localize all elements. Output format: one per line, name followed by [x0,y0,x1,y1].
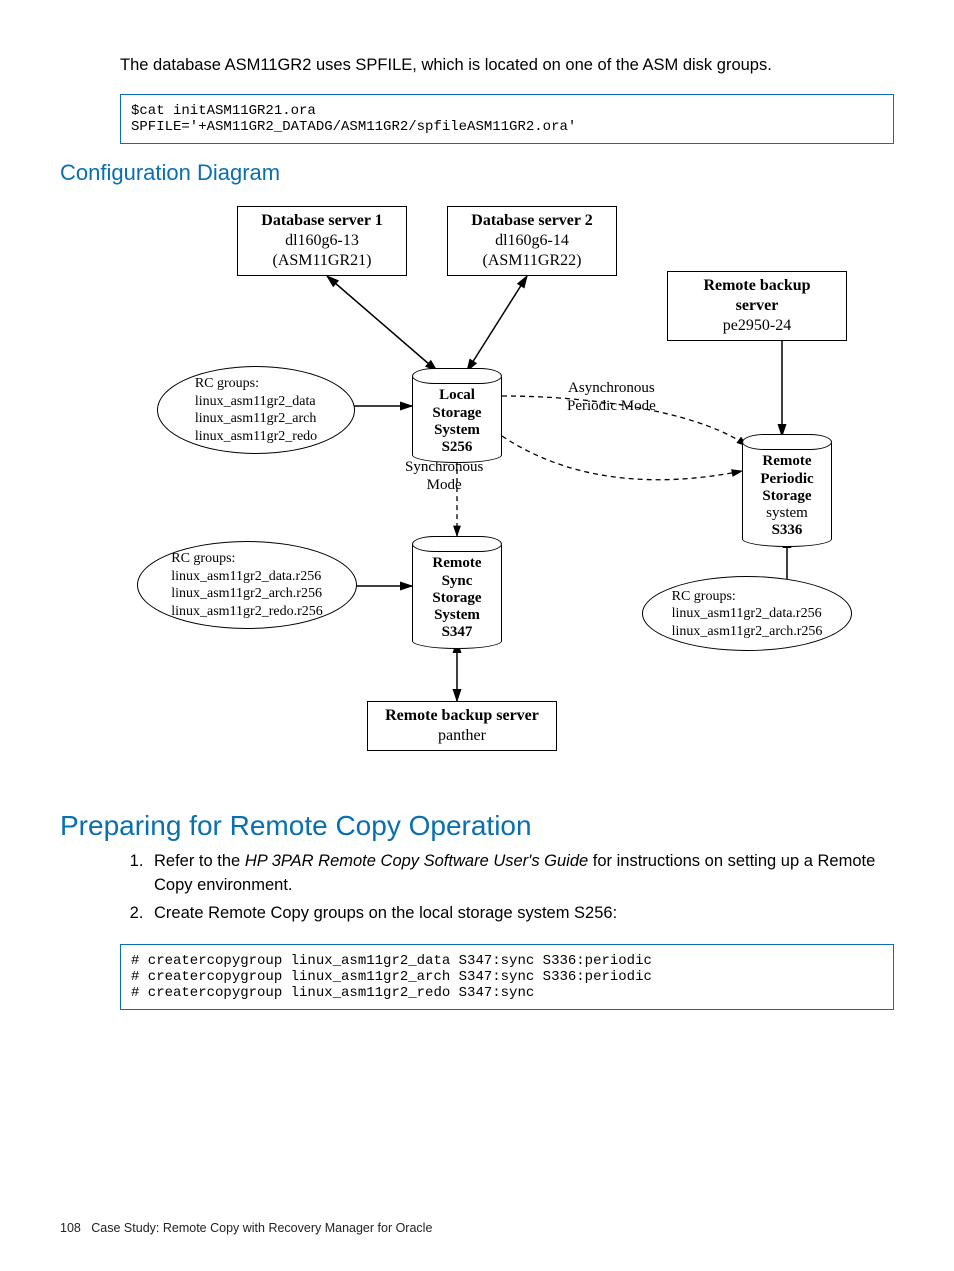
steps-list: Refer to the HP 3PAR Remote Copy Softwar… [120,850,894,926]
label-sync-mode: Synchronous Mode [405,458,483,494]
rc3-title: RC groups: [672,589,736,604]
intro-text: The database ASM11GR2 uses SPFILE, which… [120,54,894,76]
node-remote-sync-storage: Remote Sync Storage System S347 [412,536,502,648]
code-block-creatercopygroup: # creatercopygroup linux_asm11gr2_data S… [120,944,894,1010]
rc2-title: RC groups: [171,551,235,566]
rsync-l1: Remote [432,555,481,571]
local-l2: Storage [432,405,481,421]
rc2-l3: linux_asm11gr2_redo.r256 [171,604,323,619]
rper-l4: system [766,505,808,521]
rsync-l2: Sync [442,573,473,589]
step-1: Refer to the HP 3PAR Remote Copy Softwar… [148,850,894,898]
rsync-l5: S347 [442,624,473,640]
db1-host: dl160g6-13 [285,232,359,249]
rc1-title: RC groups: [195,376,259,391]
node-db-server-1: Database server 1 dl160g6-13 (ASM11GR21) [237,206,407,276]
rper-l3: Storage [762,488,811,504]
page-footer: 108 Case Study: Remote Copy with Recover… [60,1221,432,1235]
rc1-l1: linux_asm11gr2_data [195,394,316,409]
step-2: Create Remote Copy groups on the local s… [148,902,894,926]
footer-chapter: Case Study: Remote Copy with Recovery Ma… [91,1221,432,1235]
node-local-storage: Local Storage System S256 [412,368,502,463]
db2-instance: (ASM11GR22) [483,252,582,269]
local-l1: Local [439,387,475,403]
configuration-diagram: Database server 1 dl160g6-13 (ASM11GR21)… [107,196,847,786]
code-block-spfile: $cat initASM11GR21.ora SPFILE='+ASM11GR2… [120,94,894,144]
node-db-server-2: Database server 2 dl160g6-14 (ASM11GR22) [447,206,617,276]
db2-host: dl160g6-14 [495,232,569,249]
node-remote-backup-pe2950: Remote backup server pe2950-24 [667,271,847,341]
local-l3: System [434,422,480,438]
heading-preparing-remote-copy: Preparing for Remote Copy Operation [60,810,894,842]
node-rc-groups-local: RC groups: linux_asm11gr2_data linux_asm… [157,366,355,454]
rper-l1: Remote [762,453,811,469]
rc2-l2: linux_asm11gr2_arch.r256 [171,586,322,601]
rper-l2: Periodic [760,471,813,487]
local-l4: S256 [442,439,473,455]
rbs2-title: Remote backup server [385,707,539,724]
rsync-l3: Storage [432,590,481,606]
rbs1-host: pe2950-24 [723,317,791,334]
db1-instance: (ASM11GR21) [273,252,372,269]
step1-pre: Refer to the [154,852,245,870]
rc1-l3: linux_asm11gr2_redo [195,429,317,444]
node-remote-periodic-storage: Remote Periodic Storage system S336 [742,434,832,546]
db2-title: Database server 2 [471,212,592,229]
rper-l5: S336 [772,522,803,538]
node-remote-backup-panther: Remote backup server panther [367,701,557,751]
heading-config-diagram: Configuration Diagram [60,160,894,186]
footer-page-number: 108 [60,1221,81,1235]
rbs2-host: panther [438,727,486,744]
step1-guide-title: HP 3PAR Remote Copy Software User's Guid… [245,852,588,870]
rc3-l2: linux_asm11gr2_arch.r256 [672,624,823,639]
rc3-l1: linux_asm11gr2_data.r256 [672,606,822,621]
rc1-l2: linux_asm11gr2_arch [195,411,317,426]
rsync-l4: System [434,607,480,623]
rbs1-title: Remote backup server [703,277,810,314]
node-rc-groups-sync: RC groups: linux_asm11gr2_data.r256 linu… [137,541,357,629]
node-rc-groups-periodic: RC groups: linux_asm11gr2_data.r256 linu… [642,576,852,651]
db1-title: Database server 1 [261,212,382,229]
label-async-mode: Asynchronous Periodic Mode [567,379,656,415]
rc2-l1: linux_asm11gr2_data.r256 [171,569,321,584]
